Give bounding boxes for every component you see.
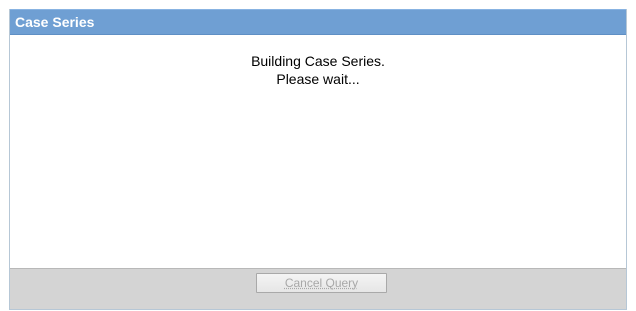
status-message-line-1: Building Case Series. xyxy=(251,53,385,69)
status-message: Building Case Series. Please wait... xyxy=(10,52,626,88)
dialog-title: Case Series xyxy=(15,14,95,30)
dialog-content: Building Case Series. Please wait... xyxy=(10,35,626,268)
dialog-titlebar: Case Series xyxy=(10,9,626,35)
cancel-query-button[interactable]: Cancel Query xyxy=(256,273,387,293)
status-message-line-2: Please wait... xyxy=(276,71,360,87)
dialog-footer: Cancel Query xyxy=(10,268,626,309)
case-series-dialog: Case Series Building Case Series. Please… xyxy=(9,9,627,310)
